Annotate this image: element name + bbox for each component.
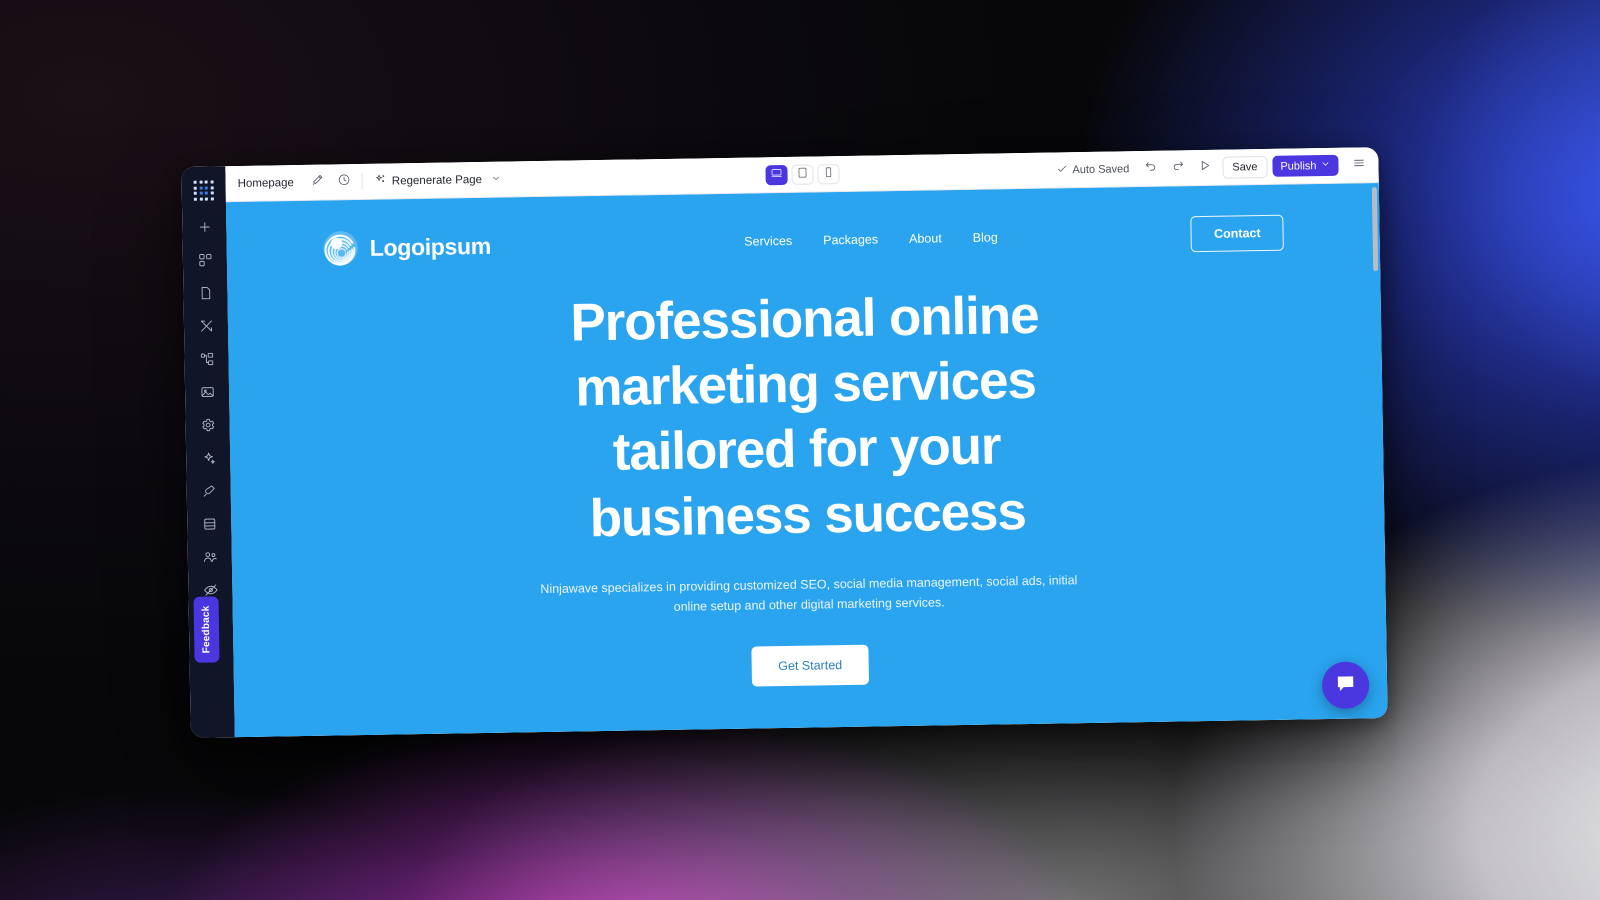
check-icon [1056,163,1067,177]
rail-item-database[interactable] [194,511,224,540]
chat-bubble-icon [1334,671,1357,699]
plus-icon [197,219,212,239]
contact-button[interactable]: Contact [1190,214,1284,253]
image-icon [199,384,214,404]
chevron-down-icon [1320,159,1330,172]
save-button[interactable]: Save [1222,155,1268,179]
hero-subtext: Ninjawave specializes in providing custo… [540,572,1078,615]
tablet-icon [796,165,808,183]
feedback-tab[interactable]: Feedback [193,596,220,663]
page-icon [198,285,213,305]
sparkle-plus-icon [375,174,387,189]
grid-blocks-icon [197,252,212,272]
redo-button[interactable] [1164,155,1191,181]
magic-wand-icon [311,173,324,191]
users-icon [202,549,217,569]
main-menu-button[interactable] [1345,152,1372,178]
app-logo[interactable] [188,175,218,205]
spiral-logo-icon [322,230,359,267]
site-nav: Services Packages About Blog [684,230,998,249]
regenerate-page-button[interactable]: Regenerate Page [369,168,509,193]
rail-item-settings[interactable] [192,412,222,441]
website-root: Logoipsum Services Packages About Blog C… [225,183,1388,738]
device-toggle-group [764,163,840,185]
rail-item-sections[interactable] [190,247,220,276]
site-preview-canvas: Logoipsum Services Packages About Blog C… [225,183,1388,738]
hero-section: Professional online marketing services t… [227,249,1387,695]
chat-widget-button[interactable] [1321,661,1370,710]
nav-link-packages[interactable]: Packages [823,232,878,247]
main-column: Homepage Regenerate Page Auto Saved Save… [225,147,1388,738]
publish-label: Publish [1280,159,1317,173]
device-toggle-tablet[interactable] [790,163,814,185]
nav-link-blog[interactable]: Blog [973,230,998,244]
device-toggle-desktop[interactable] [764,164,788,185]
chevron-down-icon [487,172,502,186]
mobile-icon [822,165,834,183]
rail-item-design[interactable] [191,313,221,342]
desktop-icon [770,166,782,184]
undo-icon [1144,159,1157,177]
rail-item-integrations[interactable] [194,478,224,507]
clock-icon [338,173,351,191]
database-icon [202,516,217,536]
sitemap-icon [199,351,214,371]
rail-item-media[interactable] [192,379,222,408]
hero-heading: Professional online marketing services t… [570,285,1039,548]
rail-item-structure[interactable] [191,346,221,375]
device-toggle-mobile[interactable] [816,163,840,184]
get-started-button[interactable]: Get Started [750,644,870,687]
auto-saved-status: Auto Saved [1056,162,1129,177]
regenerate-page-label: Regenerate Page [391,173,483,187]
feedback-label: Feedback [200,605,213,654]
toolbar-divider-1 [361,172,364,190]
app-window: Feedback Homepage Regenerate Page Auto S… [181,147,1388,738]
dot-grid-logo-icon [193,180,214,201]
rail-item-team[interactable] [195,544,225,573]
brand-name: Logoipsum [369,232,492,261]
toolbar-left-group: Homepage Regenerate Page [235,166,508,197]
toolbar-right-group: Auto Saved Save Publish [1056,152,1372,183]
rail-item-ai-assist[interactable] [193,445,223,474]
gear-icon [200,417,215,437]
nav-link-services[interactable]: Services [744,234,792,249]
magic-wand-button[interactable] [304,169,331,195]
play-icon [1198,158,1211,176]
auto-saved-label: Auto Saved [1072,162,1130,176]
shuffle-icon [198,318,213,338]
redo-icon [1171,159,1184,177]
hamburger-icon [1352,156,1365,174]
version-history-button[interactable] [331,169,358,195]
preview-button[interactable] [1191,154,1218,180]
nav-link-about[interactable]: About [909,231,942,246]
site-brand[interactable]: Logoipsum [322,228,491,267]
publish-button[interactable]: Publish [1272,154,1339,177]
plug-icon [201,483,216,503]
undo-button[interactable] [1137,155,1164,181]
rail-item-pages[interactable] [190,280,220,309]
page-selector[interactable]: Homepage [236,176,304,190]
sparkles-icon [201,450,216,470]
rail-item-add[interactable] [189,214,219,243]
